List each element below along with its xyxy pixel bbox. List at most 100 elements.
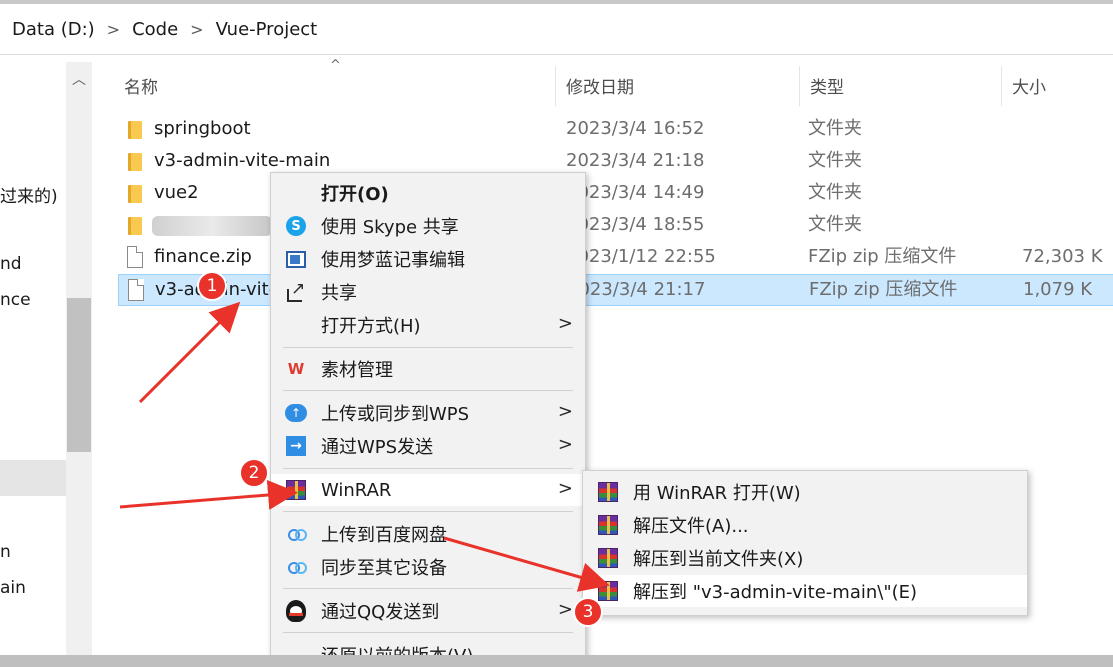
annotation-badge-2: 2	[239, 458, 269, 488]
file-type: 文件夹	[808, 150, 862, 171]
wps-material-icon: W	[287, 360, 305, 378]
file-size: 72,303 K	[1022, 246, 1103, 267]
breadcrumb-item[interactable]: Data (D:)	[8, 19, 99, 40]
nav-item[interactable]: nd	[0, 254, 22, 274]
menu-item-wps-upload[interactable]: ↑ 上传或同步到WPS >	[271, 397, 585, 429]
menu-item-label: 解压到 "v3-admin-vite-main\"(E)	[633, 582, 918, 603]
chevron-right-icon: >	[557, 478, 573, 499]
menu-item-winrar[interactable]: WinRAR >	[271, 474, 585, 506]
file-row[interactable]: 2023/3/4 18:55 文件夹	[118, 210, 1113, 242]
file-date: 2023/3/4 21:17	[567, 279, 706, 300]
menu-separator	[283, 347, 573, 348]
menu-item-label: 用 WinRAR 打开(W)	[633, 483, 801, 504]
menu-item-label: 上传到百度网盘	[321, 525, 447, 546]
redacted-file-name	[152, 216, 272, 236]
menu-item-wps-send[interactable]: → 通过WPS发送 >	[271, 430, 585, 462]
submenu-item-open-winrar[interactable]: 用 WinRAR 打开(W)	[583, 476, 1027, 508]
breadcrumb-item[interactable]: Code	[128, 19, 182, 40]
file-type: 文件夹	[808, 182, 862, 203]
column-header-type[interactable]: 类型	[800, 62, 1000, 108]
file-date: 2023/3/4 21:18	[566, 150, 705, 171]
file-row[interactable]: vue2 2023/3/4 14:49 文件夹	[118, 178, 1113, 210]
file-type: FZip zip 压缩文件	[808, 246, 957, 267]
menu-item-material-manage[interactable]: W 素材管理	[271, 353, 585, 385]
menu-item-label: 素材管理	[321, 360, 393, 381]
menu-separator	[283, 468, 573, 469]
context-menu: 打开(O) S 使用 Skype 共享 使用梦蓝记事编辑 共享 打开方式(H) …	[270, 172, 586, 667]
submenu-item-extract-to-folder[interactable]: 解压到 "v3-admin-vite-main\"(E)	[583, 575, 1027, 607]
breadcrumb-item[interactable]: Vue-Project	[212, 19, 322, 40]
menu-separator	[283, 632, 573, 633]
sidebar-scrollbar-thumb[interactable]	[67, 298, 91, 452]
column-header-name[interactable]: 名称	[114, 62, 554, 108]
file-row-selected[interactable]: v3-admin-vite 2023/3/4 21:17 FZip zip 压缩…	[118, 274, 1113, 306]
file-type: 文件夹	[808, 214, 862, 235]
file-row[interactable]: v3-admin-vite-main 2023/3/4 21:18 文件夹	[118, 146, 1113, 178]
zip-file-icon	[127, 246, 143, 268]
horizontal-scrollbar[interactable]	[0, 655, 1113, 667]
file-date: 2023/3/4 18:55	[566, 214, 705, 235]
winrar-icon	[597, 515, 619, 535]
file-type: 文件夹	[808, 118, 862, 139]
file-name: springboot	[154, 118, 251, 139]
annotation-arrow	[119, 479, 298, 510]
menu-separator	[283, 390, 573, 391]
window-top-strip	[0, 0, 1113, 4]
file-date: 2023/3/4 16:52	[566, 118, 705, 139]
skype-icon: S	[285, 216, 307, 236]
menu-item-label: 使用梦蓝记事编辑	[321, 250, 465, 271]
file-size: 1,079 K	[1023, 279, 1093, 300]
menu-item-open[interactable]: 打开(O)	[271, 177, 585, 209]
column-header-size[interactable]: 大小	[1002, 62, 1113, 108]
file-name: vue2	[154, 182, 199, 203]
qq-icon	[285, 600, 307, 622]
nav-item[interactable]: ain	[0, 578, 26, 598]
nav-item[interactable]: 过来的)	[0, 182, 58, 207]
nav-item[interactable]: n	[0, 542, 11, 562]
wps-cloud-icon: ↑	[285, 403, 307, 423]
winrar-icon	[597, 482, 619, 502]
file-row[interactable]: finance.zip 2023/1/12 22:55 FZip zip 压缩文…	[118, 242, 1113, 274]
menu-item-label: WinRAR	[321, 479, 392, 501]
menu-item-share[interactable]: 共享	[271, 276, 585, 308]
submenu-item-extract-files[interactable]: 解压文件(A)...	[583, 509, 1027, 541]
column-header-date[interactable]: 修改日期	[556, 62, 798, 108]
menu-item-qq-send[interactable]: 通过QQ发送到 >	[271, 595, 585, 627]
menu-separator	[283, 511, 573, 512]
nav-item[interactable]: nce	[0, 290, 31, 310]
winrar-submenu: 用 WinRAR 打开(W) 解压文件(A)... 解压到当前文件夹(X) 解压…	[582, 470, 1028, 616]
share-icon	[285, 279, 307, 302]
menu-item-skype-share[interactable]: S 使用 Skype 共享	[271, 210, 585, 242]
chevron-right-icon[interactable]: >	[99, 20, 128, 39]
menu-item-label: 通过WPS发送	[321, 437, 434, 458]
file-date: 2023/1/12 22:55	[566, 246, 716, 267]
address-bar[interactable]: Data (D:) > Code > Vue-Project	[0, 5, 1113, 55]
chevron-right-icon: >	[557, 599, 573, 620]
annotation-badge-1: 1	[197, 271, 227, 301]
column-headers: 名称 修改日期 类型 大小	[94, 62, 1113, 108]
scroll-up-arrow-icon[interactable]: ︿	[66, 62, 92, 96]
nav-item-selected[interactable]	[0, 460, 66, 496]
winrar-icon	[597, 548, 619, 568]
menu-item-label: 打开(O)	[321, 184, 389, 205]
menu-item-notepad-edit[interactable]: 使用梦蓝记事编辑	[271, 243, 585, 275]
menu-item-label: 解压到当前文件夹(X)	[633, 549, 804, 570]
submenu-item-extract-here[interactable]: 解压到当前文件夹(X)	[583, 542, 1027, 574]
folder-icon	[128, 217, 142, 235]
file-row[interactable]: springboot 2023/3/4 16:52 文件夹	[118, 114, 1113, 146]
navigation-pane: 过来的) nd nce n ain ︿	[0, 62, 94, 655]
menu-item-baidu-upload[interactable]: 上传到百度网盘	[271, 518, 585, 550]
menu-item-sync-devices[interactable]: 同步至其它设备	[271, 551, 585, 583]
menu-item-label: 解压文件(A)...	[633, 516, 749, 537]
menu-item-label: 同步至其它设备	[321, 558, 447, 579]
menu-item-label: 上传或同步到WPS	[321, 404, 470, 425]
annotation-badge-3: 3	[573, 597, 603, 627]
menu-item-label: 通过QQ发送到	[321, 602, 440, 623]
chevron-right-icon[interactable]: >	[182, 20, 211, 39]
menu-item-open-with[interactable]: 打开方式(H) >	[271, 309, 585, 341]
menu-separator	[283, 588, 573, 589]
wps-send-icon: →	[285, 436, 307, 456]
chevron-right-icon: >	[557, 401, 573, 422]
zip-file-icon	[128, 279, 144, 301]
file-name: finance.zip	[154, 246, 252, 267]
